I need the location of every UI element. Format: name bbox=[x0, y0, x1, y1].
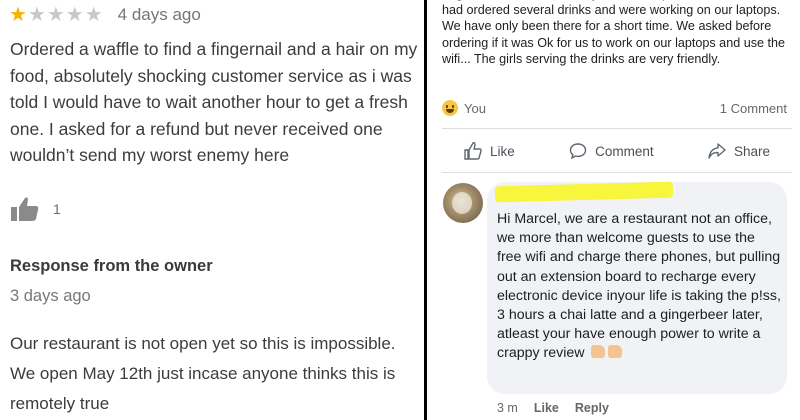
comment-time: 3 m bbox=[497, 401, 518, 415]
star-filled-icon: ★ bbox=[9, 4, 28, 26]
owner-response-text: Our restaurant is not open yet so this i… bbox=[10, 334, 396, 413]
thumbs-up-emoji-icon bbox=[608, 345, 623, 359]
like-label: Like bbox=[490, 143, 515, 159]
reaction-row: You 1 Comment bbox=[442, 100, 787, 116]
reaction-summary[interactable]: You bbox=[442, 100, 486, 116]
comment-body: Hi Marcel, we are a restaurant not an of… bbox=[497, 211, 781, 362]
comment-reply-button[interactable]: Reply bbox=[575, 401, 609, 415]
comment-like-button[interactable]: Like bbox=[534, 401, 559, 415]
comment-meta: 3 m Like Reply bbox=[497, 401, 625, 415]
comment-count-link[interactable]: 1 Comment bbox=[720, 101, 787, 116]
review-text: Ordered a waffle to find a fingernail an… bbox=[10, 39, 418, 165]
divider bbox=[442, 128, 792, 129]
like-button[interactable]: Like bbox=[442, 138, 537, 164]
comment-icon bbox=[569, 143, 587, 160]
like-count: 1 bbox=[53, 201, 61, 217]
star-rating: ★★★★★ bbox=[9, 5, 104, 25]
like-icon bbox=[464, 142, 482, 160]
thumbs-up-icon[interactable] bbox=[11, 196, 39, 222]
review-date: 4 days ago bbox=[117, 5, 201, 24]
post-text: to go because the electricity was too ex… bbox=[442, 0, 786, 66]
share-icon bbox=[708, 143, 726, 159]
facebook-post-panel: to go because the electricity was too ex… bbox=[427, 0, 800, 420]
like-row[interactable]: 1 bbox=[11, 196, 61, 222]
post-actions: Like Comment Share bbox=[442, 138, 792, 164]
review-panel: ★★★★★ 4 days ago Ordered a waffle to fin… bbox=[0, 0, 424, 420]
comment-label: Comment bbox=[595, 143, 654, 159]
comment-text: Hi Marcel, we are a restaurant not an of… bbox=[497, 210, 782, 364]
commenter-avatar[interactable] bbox=[443, 183, 483, 223]
star-empty-icon: ★★★★ bbox=[27, 4, 104, 26]
rating-row: ★★★★★ 4 days ago bbox=[9, 2, 201, 28]
comment-button[interactable]: Comment bbox=[547, 138, 676, 164]
owner-response-date: 3 days ago bbox=[10, 287, 91, 305]
share-button[interactable]: Share bbox=[686, 138, 792, 164]
thumbs-up-emoji-icon bbox=[591, 345, 606, 359]
share-label: Share bbox=[733, 143, 770, 159]
reactor-name: You bbox=[464, 100, 486, 116]
haha-emoji-icon bbox=[442, 100, 458, 116]
divider bbox=[442, 172, 792, 173]
owner-response-title: Response from the owner bbox=[10, 257, 213, 275]
